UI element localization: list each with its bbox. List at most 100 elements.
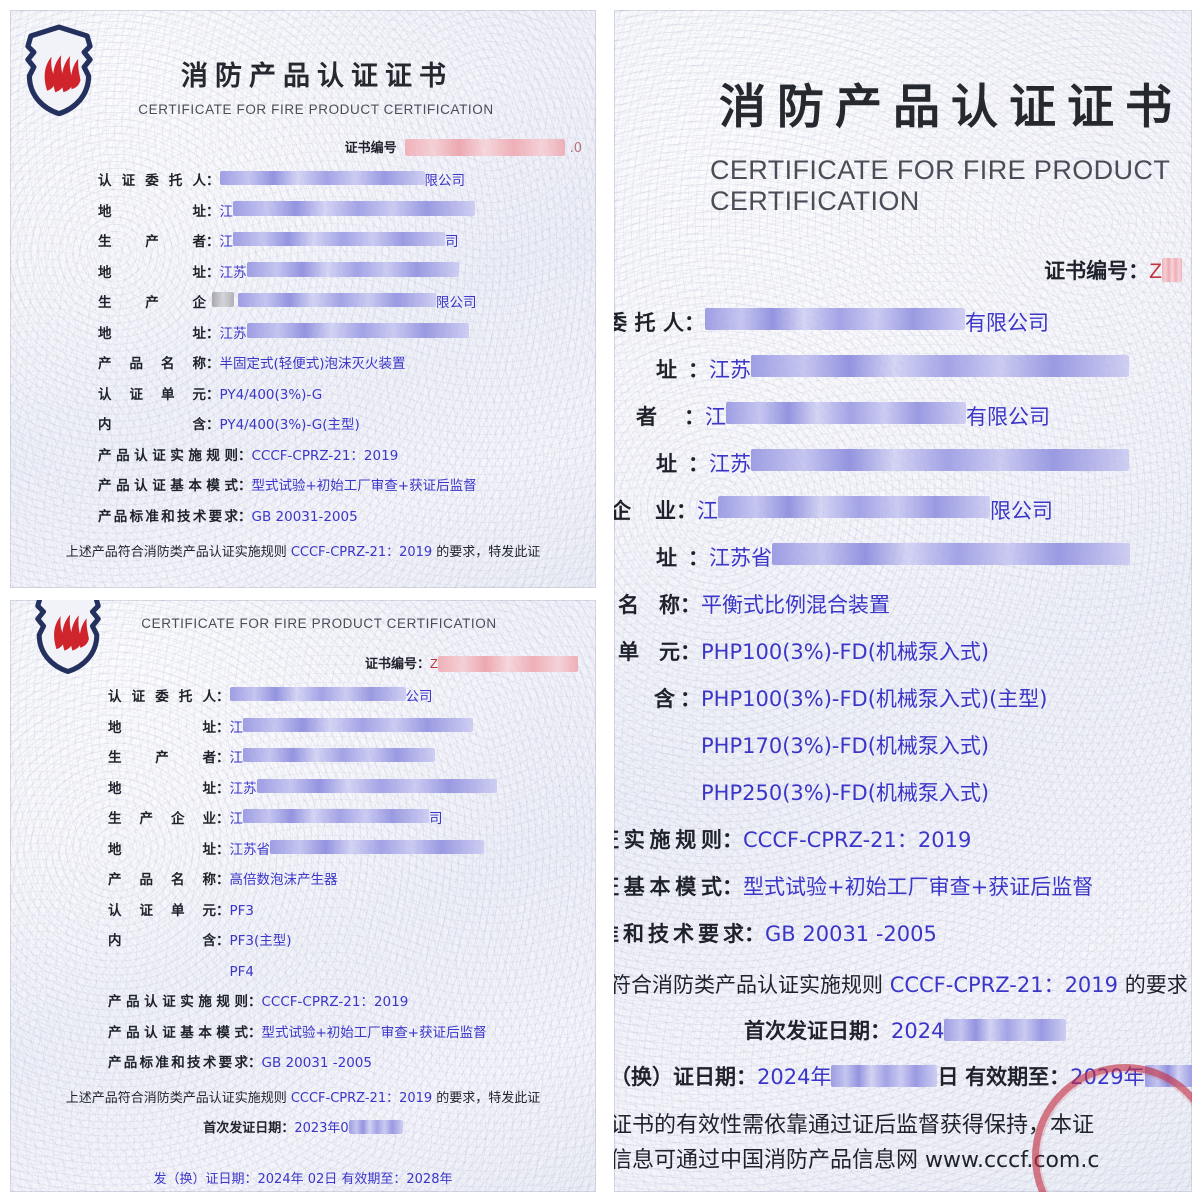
field-value-redacted	[233, 232, 445, 246]
field-colon: ：	[248, 1055, 262, 1070]
field-label-factory: 企业	[614, 499, 676, 523]
field-value-redacted	[246, 261, 459, 277]
issue-renew-mid: 日	[937, 1065, 959, 1089]
field-value-includes-1: PF3(主型)	[229, 933, 292, 949]
field-colon: ：	[688, 547, 709, 570]
field-applicant: 认证委托人 ： 公司	[108, 685, 596, 705]
issue-renew-value: 2024年	[757, 1065, 832, 1089]
field-value-includes-2: PHP170(3%)-FD(机械泵入式)	[701, 734, 990, 758]
field-value-redacted	[243, 748, 435, 762]
first-issue-date-row: 首次发证日期：2023年0	[10, 1106, 596, 1136]
certificate-number-label: 证书编号	[344, 141, 397, 156]
field-label-applicant: 委托人	[614, 311, 684, 335]
field-product-name: 产品名称 ： 半固定式(轻便式)泡沫灭火装置	[98, 352, 596, 372]
field-value-standard: GB 20031 -2005	[261, 1055, 372, 1071]
field-colon: ：	[688, 359, 709, 382]
first-issue-date-row: 首次发证日期：2024	[614, 999, 1192, 1045]
field-value-manufacturer-tail: 有限公司	[966, 405, 1050, 429]
certificate-number-label: 证书编号：	[365, 657, 431, 672]
field-label-standard: 准和技术要求	[614, 922, 744, 946]
field-colon: ：	[216, 872, 230, 887]
field-colon: ：	[248, 994, 262, 1009]
field-colon: ：	[238, 508, 252, 524]
field-value-redacted	[243, 717, 473, 732]
certificate-fields-list: 委托人 ： 有限公司 址 ： 江苏 r 者 ： 江 有限公	[614, 285, 1192, 948]
field-value-manufacturer-prefix: 江	[229, 750, 244, 766]
field-label-address: 址	[656, 546, 677, 570]
field-colon: ：	[684, 312, 705, 335]
field-value-standard: GB 20031 -2005	[765, 922, 937, 946]
field-value-redacted	[246, 322, 469, 338]
field-mode: 产品认证基本模式 ： 型式试验+初始工厂审查+获证后监督	[108, 1021, 596, 1041]
field-value-redacted	[233, 200, 475, 216]
note-cn-part: 信息可通过中国消防产品信息网	[614, 1148, 925, 1173]
certificate-card-top-left: 消防产品认证证书 CERTIFICATE FOR FIRE PRODUCT CE…	[10, 10, 596, 588]
field-label-mode: 产品认证基本模式	[98, 478, 238, 494]
field-manufacturer: 生产者 ： 江 司	[98, 230, 596, 250]
bottom-cut-line-clip: 发（换）证日期：2024年 02日 有效期至：2028年	[10, 1168, 596, 1192]
field-label-rule: 产品认证实施规则	[98, 447, 238, 464]
field-manufacturer: r 者 ： 江 有限公司	[614, 401, 1192, 431]
field-rule: 产品认证实施规则 ： CCCF-CPRZ-21：2019	[108, 990, 596, 1010]
field-value-address-prefix: 江苏	[229, 780, 257, 797]
field-address-3: 址 ： 江苏省	[656, 542, 1192, 572]
field-value-address-prefix: 江苏省	[229, 841, 271, 858]
field-factory: 企业 ： 江 限公司	[614, 495, 1192, 525]
certificate-number-label: 证书编号：	[1044, 259, 1150, 283]
field-colon: ：	[281, 1120, 295, 1136]
field-label-cert-unit: 认证单元	[108, 902, 216, 919]
field-value-cert-unit: PY4/400(3%)-G	[219, 386, 323, 403]
field-colon: ：	[216, 719, 230, 735]
field-label-rule: 产品认证实施规则	[108, 994, 248, 1010]
field-colon: ：	[238, 478, 252, 493]
field-factory: 生产企 限公司	[98, 291, 596, 311]
field-manufacturer: 生产者 ： 江	[108, 746, 596, 766]
field-label-address: 地址	[108, 841, 216, 858]
page-title-en: CERTIFICATE FOR FIRE PRODUCT CERTIFICATI…	[138, 102, 494, 117]
field-product-name: 产品名称 ： 高倍数泡沫产生器	[108, 868, 596, 888]
field-value-factory-tail: 限公司	[990, 499, 1053, 523]
first-issue-date-redacted	[944, 1019, 1067, 1041]
field-value-applicant-tail: 限公司	[424, 173, 466, 189]
field-value-redacted	[751, 355, 1129, 377]
field-colon: ：	[676, 500, 697, 523]
field-includes: 内含 ： PF3(主型)	[108, 929, 596, 949]
field-value-redacted	[256, 778, 497, 793]
field-label-address: 址	[656, 358, 677, 382]
field-colon: ：	[688, 453, 709, 476]
field-colon: ：	[238, 447, 252, 463]
certificate-statement: 上述产品符合消防类产品认证实施规则 CCCF-CPRZ-21：2019 的要求，…	[10, 535, 596, 560]
field-value-product-name: 平衡式比例混合装置	[701, 593, 890, 617]
field-value-redacted	[270, 839, 484, 854]
page-title-cn: 消防产品认证证书	[719, 80, 1183, 135]
field-applicant: 委托人 ： 有限公司	[614, 307, 1192, 337]
field-label-address: 地址	[98, 325, 206, 342]
certificate-statement: 符合消防类产品认证实施规则 CCCF-CPRZ-21：2019 的要求	[614, 965, 1192, 999]
statement-prefix: 符合消防类产品认证实施规则	[614, 973, 890, 997]
certificate-statement: 上述产品符合消防类产品认证实施规则 CCCF-CPRZ-21：2019 的要求，…	[10, 1082, 596, 1106]
field-label-cert-unit: 认证单元	[98, 386, 206, 403]
statement-prefix: 上述产品符合消防类产品认证实施规则	[65, 1090, 291, 1106]
field-colon: ：	[206, 325, 220, 341]
field-label-manufacturer: 者	[636, 405, 657, 429]
field-value-includes: PY4/400(3%)-G(主型)	[219, 417, 360, 433]
field-colon: ：	[206, 356, 220, 371]
field-mode: 证基本模式 ： 型式试验+初始工厂审查+获证后监督	[614, 871, 1192, 901]
page-title-cn: 消防产品认证证书	[181, 61, 453, 92]
field-value-includes-1: PHP100(3%)-FD(机械泵入式)(主型)	[701, 687, 1048, 711]
field-colon-redacted	[212, 292, 234, 307]
field-standard: 产品标准和技术要求 ： GB 20031 -2005	[108, 1051, 596, 1071]
field-colon: ：	[206, 417, 220, 432]
field-colon: ：	[216, 902, 230, 918]
field-colon: ：	[206, 203, 220, 219]
field-product-name: 名称 ： 平衡式比例混合装置	[618, 589, 1192, 619]
certificate-card-right: 消防产品认证证书 CERTIFICATE FOR FIRE PRODUCT CE…	[614, 10, 1192, 1192]
field-label-standard: 产品标准和技术要求	[98, 508, 238, 525]
field-value-factory-tail: 司	[429, 811, 443, 827]
statement-suffix: 的要求，特发此证	[432, 1090, 541, 1106]
field-value-rule: CCCF-CPRZ-21：2019	[261, 994, 409, 1010]
field-colon: ：	[684, 406, 705, 429]
certificate-number-redacted	[1162, 258, 1182, 282]
certificate-number-row: 证书编号 .0	[10, 117, 596, 157]
field-colon: ：	[206, 264, 220, 280]
